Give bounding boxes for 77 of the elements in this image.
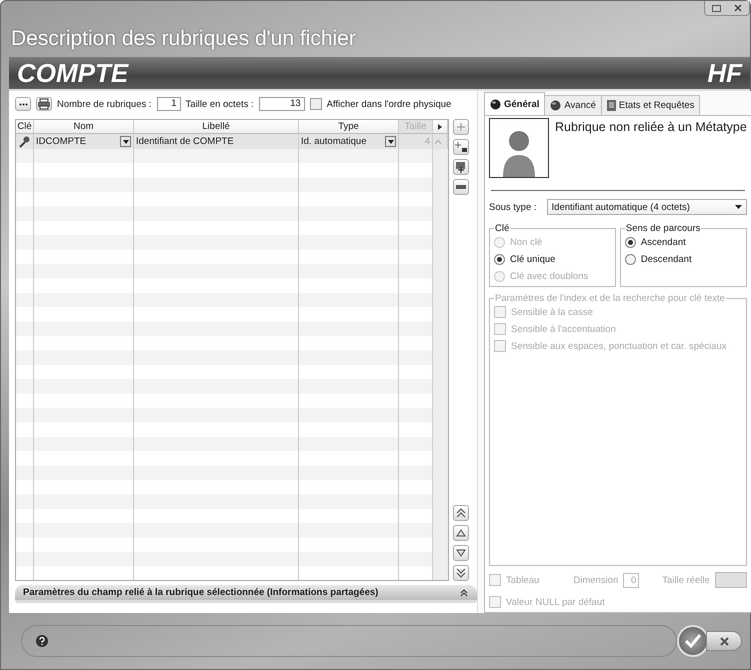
- brand-label: HF: [707, 58, 742, 88]
- globe-icon: [490, 98, 501, 110]
- help-button[interactable]: [36, 635, 48, 647]
- dropdown-icon: [734, 205, 742, 209]
- import-icon: [455, 161, 467, 173]
- dropdown-icon[interactable]: [385, 136, 396, 148]
- key-icon: [18, 136, 30, 148]
- cancel-button[interactable]: [706, 631, 742, 651]
- count-field[interactable]: 1: [156, 97, 181, 111]
- radio-label: Ascendant: [640, 236, 686, 248]
- count-label: Nombre de rubriques :: [57, 98, 152, 110]
- move-up-button[interactable]: [453, 525, 469, 541]
- radio-label: Clé avec doublons: [510, 270, 588, 282]
- move-bottom-button[interactable]: [453, 565, 469, 581]
- radio-button[interactable]: [494, 254, 505, 264]
- person-icon: [489, 118, 549, 178]
- question-icon: [39, 637, 45, 645]
- shared-info-bar[interactable]: Paramètres du champ relié à la rubrique sélectionnée (Informations partagées): [15, 585, 477, 603]
- double-down-icon: [456, 568, 466, 578]
- confirm-button[interactable]: [677, 625, 709, 657]
- move-top-button[interactable]: [453, 505, 469, 521]
- window-title: Description des rubriques d'un fichier: [10, 27, 357, 52]
- checkbox-label: Tableau: [506, 574, 540, 586]
- radio-label: Non clé: [510, 236, 542, 248]
- table-cell: 4: [399, 134, 433, 149]
- scroll-right-icon[interactable]: [433, 120, 448, 134]
- add-multiple-button[interactable]: [453, 139, 469, 155]
- radio-button[interactable]: [624, 236, 636, 248]
- real-size-label: Taille réelle: [662, 574, 710, 586]
- sub-type-dropdown[interactable]: Identifiant automatique (4 octets): [546, 199, 747, 215]
- size-field[interactable]: 13: [258, 97, 305, 111]
- radio-button[interactable]: [624, 254, 636, 264]
- plus-icon: [455, 142, 467, 152]
- up-icon: [456, 528, 466, 538]
- checkbox[interactable]: [310, 98, 322, 110]
- radio-label: Descendant: [640, 254, 692, 264]
- radio-label: Clé unique: [510, 254, 556, 264]
- panel-title: Paramètres du champ relié à la rubrique sélectionnée (Informations partagées): [23, 587, 378, 598]
- tab[interactable]: Avancé: [544, 95, 602, 115]
- group-title: Paramètres de l'index et de la recherche pour clé texte: [494, 293, 726, 304]
- tab[interactable]: Etats et Requêtes: [600, 95, 700, 115]
- group-title: Sens de parcours: [624, 223, 702, 234]
- sub-type-label: Sous type :: [489, 202, 537, 212]
- checkbox-label: Sensible à la casse: [511, 306, 593, 318]
- column-header[interactable]: Nom: [34, 120, 134, 134]
- close-icon: [720, 636, 728, 646]
- double-up-icon: [456, 508, 466, 518]
- down-icon: [456, 548, 466, 558]
- printer-icon[interactable]: [36, 97, 52, 111]
- globe-icon: [550, 100, 562, 111]
- size-label: Taille en octets :: [186, 98, 254, 110]
- check-icon: [685, 634, 701, 648]
- remove-button[interactable]: [453, 179, 469, 195]
- column-header[interactable]: Libellé: [134, 120, 299, 134]
- minus-icon: [456, 185, 466, 189]
- checkbox-label: Sensible à l'accentuation: [511, 324, 616, 334]
- table-cell[interactable]: Identifiant de COMPTE: [134, 134, 299, 149]
- group-title: Clé: [494, 223, 510, 234]
- table-cell[interactable]: IDCOMPTE: [34, 134, 134, 149]
- expand-icon[interactable]: [459, 588, 469, 598]
- document-icon: [606, 100, 616, 111]
- column-header[interactable]: Type: [299, 120, 399, 134]
- metatype-label: Rubrique non reliée à un Métatype: [555, 119, 747, 136]
- ellipsis-icon: [18, 102, 28, 106]
- tab[interactable]: Général: [484, 92, 546, 115]
- checkbox-label: Afficher dans l'ordre physique: [326, 98, 452, 110]
- dropdown-icon[interactable]: [120, 136, 131, 148]
- plus-icon: [457, 123, 465, 131]
- import-button[interactable]: [453, 159, 469, 175]
- checkbox-label: Sensible aux espaces, ponctuation et car. spéciaux: [511, 340, 726, 352]
- dimension-label: Dimension: [573, 574, 618, 586]
- checkbox-label: Valeur NULL par défaut: [506, 596, 605, 608]
- more-button[interactable]: [15, 97, 31, 111]
- table-cell[interactable]: Id. automatique: [299, 134, 399, 149]
- column-header[interactable]: Clé: [16, 120, 34, 134]
- file-name: COMPTE: [17, 58, 128, 88]
- move-down-button[interactable]: [453, 545, 469, 561]
